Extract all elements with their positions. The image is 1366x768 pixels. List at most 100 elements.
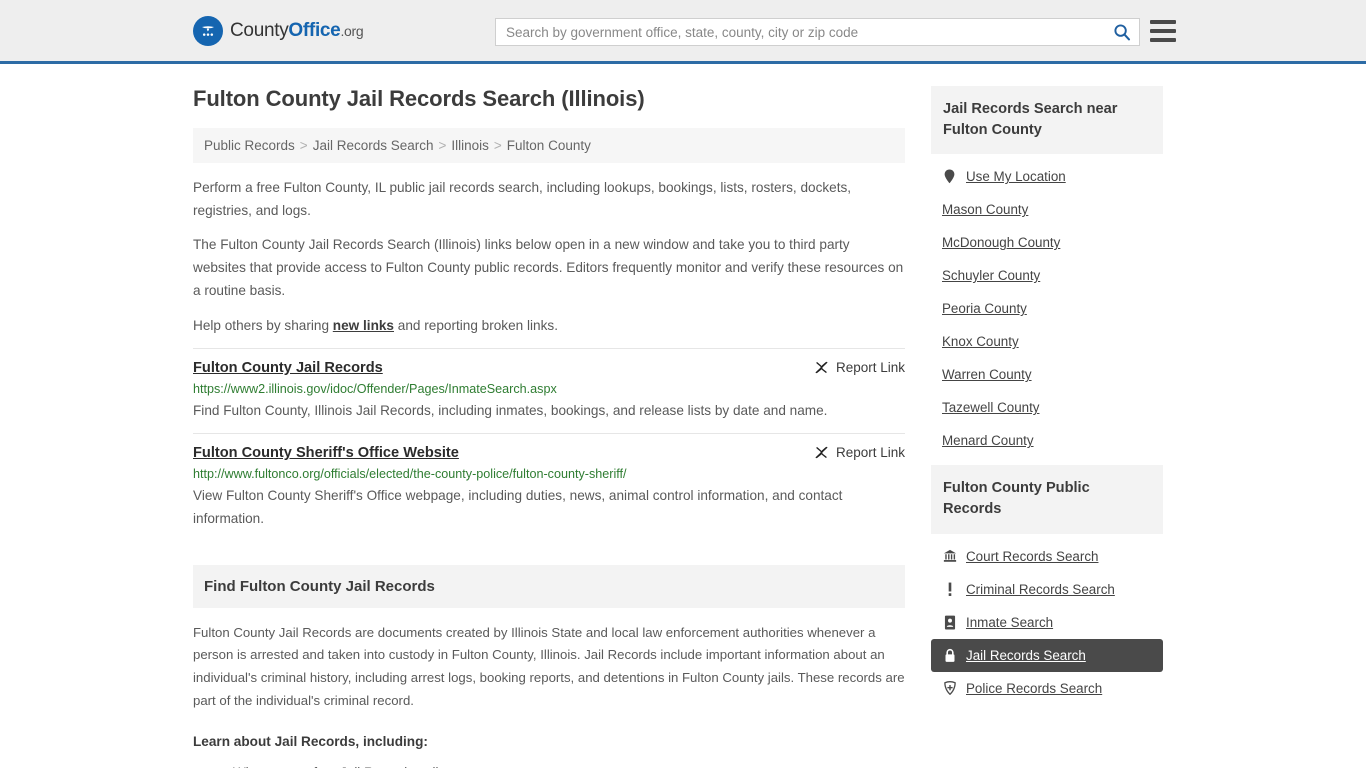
sidebar-box-nearby: Jail Records Search near Fulton County U… (931, 86, 1163, 457)
list-item: Knox County (931, 325, 1163, 358)
link-result-description: Find Fulton County, Illinois Jail Record… (193, 402, 828, 418)
sidebar-item-label: Court Records Search (966, 548, 1099, 564)
exclamation-icon (942, 582, 957, 597)
report-link-label: Report Link (835, 359, 905, 375)
list-item: McDonough County (931, 226, 1163, 259)
sidebar-item-mason-county[interactable]: Mason County (931, 193, 1163, 226)
breadcrumb-separator: > (493, 138, 502, 153)
report-link-button[interactable]: Report Link (800, 445, 905, 460)
report-link-button[interactable]: Report Link (800, 360, 905, 375)
new-links-link[interactable]: new links (333, 318, 394, 333)
page-title: Fulton County Jail Records Search (Illin… (193, 86, 645, 111)
list-item: Warren County (931, 358, 1163, 391)
sidebar-item-label: Tazewell County (942, 400, 1040, 416)
search-icon (1114, 24, 1131, 41)
sidebar-item-menard-county[interactable]: Menard County (931, 424, 1163, 457)
main-column: Fulton County Jail Records Search (Illin… (193, 86, 905, 768)
sidebar-item-label: Schuyler County (942, 268, 1041, 284)
sidebar-item-label: McDonough County (942, 235, 1061, 251)
section-paragraph: Fulton County Jail Records are documents… (193, 624, 905, 708)
breadcrumb-separator: > (438, 138, 447, 153)
logo-text-office: Office (288, 19, 341, 41)
list-item: Schuyler County (931, 259, 1163, 292)
section-body: Fulton County Jail Records are documents… (193, 622, 905, 768)
breadcrumb-item-public-records[interactable]: Public Records (204, 138, 295, 153)
sidebar-list-nearby: Use My Location Mason County McDonough C… (931, 154, 1163, 457)
sidebar-heading-nearby: Jail Records Search near Fulton County (931, 86, 1163, 155)
logo-text-tld: .org (340, 22, 364, 39)
police-badge-icon (942, 681, 957, 696)
sidebar-item-label: Inmate Search (966, 614, 1054, 630)
map-pin-icon (942, 169, 957, 184)
sidebar-item-label: Jail Records Search (966, 647, 1086, 663)
report-link-label: Report Link (835, 445, 905, 461)
sidebar-item-use-my-location[interactable]: Use My Location (931, 160, 1163, 193)
list-item: Menard County (931, 424, 1163, 457)
breadcrumb-item-illinois[interactable]: Illinois (451, 138, 489, 153)
list-item: Peoria County (931, 292, 1163, 325)
link-result-header: Fulton County Jail Records Report Link (193, 360, 905, 376)
logo-text-county: County (230, 19, 289, 41)
list-item: Criminal Records Search (931, 573, 1163, 606)
id-card-icon (942, 615, 957, 630)
link-result-title[interactable]: Fulton County Sheriff's Office Website (193, 445, 459, 461)
site-header: CountyOffice.org (0, 0, 1366, 64)
broken-link-icon (815, 446, 828, 459)
section-learn-lead: Learn about Jail Records, including: (193, 733, 428, 749)
list-item: Tazewell County (931, 391, 1163, 424)
sidebar-heading-public-records: Fulton County Public Records (931, 465, 1163, 534)
sidebar-item-criminal-records-search[interactable]: Criminal Records Search (931, 573, 1163, 606)
breadcrumb-item-fulton-county[interactable]: Fulton County (507, 138, 591, 153)
site-logo[interactable]: CountyOffice.org (193, 15, 364, 46)
help-prefix: Help others by sharing (193, 317, 333, 333)
section-bullet-list: Where to get free Jail Records online (193, 762, 905, 768)
list-item: Mason County (931, 193, 1163, 226)
sidebar-item-label: Warren County (942, 367, 1032, 383)
intro-paragraph-1: Perform a free Fulton County, IL public … (193, 180, 852, 219)
hamburger-menu-icon[interactable] (1150, 20, 1176, 42)
hamburger-bar (1150, 38, 1176, 42)
hamburger-bar (1150, 20, 1176, 24)
link-result-title[interactable]: Fulton County Jail Records (193, 360, 383, 376)
help-share-paragraph: Help others by sharing new links and rep… (193, 314, 905, 337)
page-body: Fulton County Jail Records Search (Illin… (0, 64, 1366, 768)
sidebar-item-police-records-search[interactable]: Police Records Search (931, 672, 1163, 705)
search-button[interactable] (1105, 19, 1139, 45)
link-result-description: View Fulton County Sheriff's Office webp… (193, 488, 843, 527)
sidebar-item-mcdonough-county[interactable]: McDonough County (931, 226, 1163, 259)
sidebar-box-public-records: Fulton County Public Records Court Recor… (931, 465, 1163, 704)
sidebar-item-label: Mason County (942, 202, 1029, 218)
sidebar-item-tazewell-county[interactable]: Tazewell County (931, 391, 1163, 424)
sidebar-item-label: Criminal Records Search (966, 581, 1115, 597)
sidebar-item-knox-county[interactable]: Knox County (931, 325, 1163, 358)
breadcrumb-item-jail-records-search[interactable]: Jail Records Search (313, 138, 434, 153)
list-item: Where to get free Jail Records online (233, 762, 905, 768)
sidebar-item-warren-county[interactable]: Warren County (931, 358, 1163, 391)
hamburger-bar (1150, 29, 1176, 33)
breadcrumb: Public Records > Jail Records Search > Illin… (193, 128, 905, 163)
lock-icon (942, 648, 957, 663)
link-result-header: Fulton County Sheriff's Office Website R… (193, 445, 905, 461)
list-item: Use My Location (931, 160, 1163, 193)
sidebar-item-schuyler-county[interactable]: Schuyler County (931, 259, 1163, 292)
sidebar-item-peoria-county[interactable]: Peoria County (931, 292, 1163, 325)
sidebar-item-inmate-search[interactable]: Inmate Search (931, 606, 1163, 639)
sidebar-item-label: Use My Location (966, 169, 1066, 185)
link-result-item: Fulton County Jail Records Report Link h… (193, 347, 905, 422)
sidebar-item-jail-records-search[interactable]: Jail Records Search (931, 638, 1163, 672)
sidebar-item-label: Knox County (942, 334, 1019, 350)
broken-link-icon (815, 361, 828, 373)
link-result-url: http://www.fultonco.org/officials/electe… (193, 467, 627, 482)
intro-text: Perform a free Fulton County, IL public … (193, 176, 905, 337)
search-input[interactable] (496, 19, 1105, 45)
search-bar[interactable] (495, 18, 1140, 46)
list-item: Jail Records Search (931, 638, 1163, 672)
courthouse-icon (942, 549, 957, 563)
sidebar-item-court-records-search[interactable]: Court Records Search (931, 540, 1163, 573)
sidebar-item-label: Police Records Search (966, 680, 1103, 696)
section-heading: Find Fulton County Jail Records (193, 564, 905, 608)
list-item: Court Records Search (931, 540, 1163, 573)
intro-paragraph-2: The Fulton County Jail Records Search (I… (193, 237, 904, 299)
link-result-url: https://www2.illinois.gov/idoc/Offender/… (193, 381, 557, 396)
sidebar-list-public-records: Court Records Search Criminal Records Se… (931, 534, 1163, 705)
